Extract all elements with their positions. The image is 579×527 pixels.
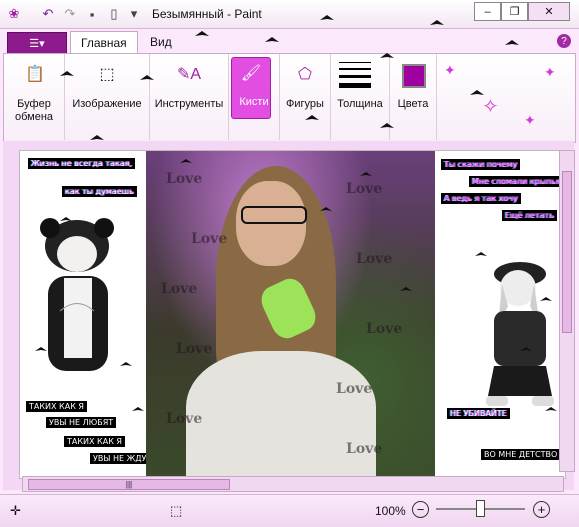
canvas-area: Жизнь не всегда такая, как ты думаешь ТА… (3, 141, 574, 490)
right-collage-panel: Ты скажи почему Мне сломали крылья А вед… (435, 151, 565, 478)
caption-text: ТАКИХ КАК Я (26, 401, 87, 412)
love-overlay-text: Love (166, 171, 203, 187)
love-overlay-text: Love (346, 441, 383, 457)
tools-label: Инструменты (154, 98, 224, 110)
love-overlay-text: Love (346, 181, 383, 197)
cursor-position-icon: ✛ (10, 503, 21, 518)
shapes-label: Фигуры (286, 98, 324, 110)
select-icon: ⬚ (99, 66, 115, 83)
save-icon[interactable]: ▪ (84, 6, 100, 22)
thickness-group[interactable]: Толщина (331, 54, 390, 140)
clipboard-group[interactable]: 📋 Буфер обмена (4, 54, 65, 140)
colors-label: Цвета (397, 98, 429, 110)
status-bar: ✛ ⬚ 100% − + (0, 494, 579, 527)
caption-text: Ты скажи почему (441, 159, 521, 170)
brushes-label: Кисти (239, 96, 269, 108)
sparkle-icon: ✦ (444, 62, 456, 78)
restore-button[interactable]: ❐ (501, 2, 528, 21)
vertical-scrollbar[interactable] (559, 150, 575, 472)
color-icon (402, 64, 426, 88)
caption-text: УВЫ НЕ ЖДУТ (90, 453, 155, 464)
tab-view[interactable]: Вид (140, 31, 182, 53)
window-title: Безымянный - Paint (152, 7, 262, 21)
caption-text: Жизнь не всегда такая, (28, 158, 136, 169)
zoom-in-button[interactable]: + (533, 501, 550, 518)
image-group[interactable]: ⬚ Изображение (65, 54, 150, 140)
help-icon[interactable]: ? (557, 34, 571, 48)
caption-text: Ещё летать (502, 210, 558, 221)
love-overlay-text: Love (336, 381, 373, 397)
photo-shirt (186, 351, 376, 478)
brushes-group[interactable]: 🖌 Кисти (229, 54, 280, 140)
thickness-line (339, 83, 371, 88)
vertical-scroll-thumb[interactable] (562, 171, 572, 333)
tab-home[interactable]: Главная (70, 31, 138, 54)
anime-panda-girl-image (40, 218, 114, 371)
clipboard-label: Буфер обмена (14, 98, 54, 123)
file-menu-button[interactable]: ☰▾ (7, 32, 67, 54)
tools-group[interactable]: ✎A Инструменты (150, 54, 229, 140)
love-overlay-text: Love (191, 231, 228, 247)
shapes-icon: ⬠ (298, 66, 312, 83)
qa-dropdown-icon[interactable]: ▾ (126, 6, 142, 22)
caption-text: как ты думаешь (62, 186, 137, 197)
selection-size-icon: ⬚ (170, 503, 183, 518)
redo-icon[interactable]: ↷ (62, 6, 78, 22)
brush-icon: 🖌 (231, 57, 271, 119)
love-overlay-text: Love (356, 251, 393, 267)
zoom-level: 100% (375, 504, 406, 518)
caption-text: УВЫ НЕ ЛЮБЯТ (46, 417, 117, 428)
love-overlay-text: Love (166, 411, 203, 427)
sparkle-icon: ✦ (544, 64, 556, 80)
photo-girl-image: Love Love Love Love Love Love Love Love … (146, 151, 435, 478)
sparkle-icon: ✧ (482, 96, 499, 118)
image-label: Изображение (72, 98, 142, 110)
minimize-button[interactable]: – (474, 2, 501, 21)
thickness-line (339, 68, 371, 70)
undo-icon[interactable]: ↶ (40, 6, 56, 22)
title-bar: ❀ ↶ ↷ ▪ ▯ ▾ Безымянный - Paint – ❐ ✕ (0, 0, 579, 29)
horizontal-scroll-thumb[interactable]: ||| (28, 479, 230, 490)
caption-text: НЕ УБИВАЙТЕ (447, 408, 510, 419)
love-overlay-text: Love (176, 341, 213, 357)
thickness-line (339, 75, 371, 78)
zoom-slider-thumb[interactable] (476, 500, 485, 517)
close-button[interactable]: ✕ (528, 2, 570, 21)
new-icon[interactable]: ▯ (106, 6, 122, 22)
horizontal-scrollbar[interactable]: ||| (22, 476, 564, 492)
love-overlay-text: Love (366, 321, 403, 337)
left-collage-panel: Жизнь не всегда такая, как ты думаешь ТА… (20, 151, 155, 478)
caption-text: ВО МНЕ ДЕТСТВО (481, 449, 561, 460)
clipboard-icon: 📋 (25, 66, 45, 83)
app-icon[interactable]: ❀ (6, 6, 22, 22)
caption-text: ТАКИХ КАК Я (64, 436, 125, 447)
thickness-label: Толщина (337, 98, 383, 110)
anime-hoodie-girl-image (486, 262, 554, 406)
caption-text: Мне сломали крылья (469, 176, 564, 187)
zoom-out-button[interactable]: − (412, 501, 429, 518)
sparkle-icon: ✦ (524, 112, 536, 128)
colors-group[interactable]: Цвета (390, 54, 437, 140)
love-overlay-text: Love (161, 281, 198, 297)
ribbon: 📋 Буфер обмена ⬚ Изображение ✎A Инструме… (3, 53, 576, 143)
caption-text: А ведь я так хочу (441, 193, 521, 204)
shapes-group[interactable]: ⬠ Фигуры (280, 54, 331, 140)
tools-icon: ✎A (176, 66, 202, 83)
photo-glasses (241, 206, 307, 224)
thickness-line (339, 62, 371, 63)
ribbon-tabs: ☰▾ Главная Вид ? (0, 29, 579, 54)
drawing-canvas[interactable]: Жизнь не всегда такая, как ты думаешь ТА… (19, 150, 566, 479)
